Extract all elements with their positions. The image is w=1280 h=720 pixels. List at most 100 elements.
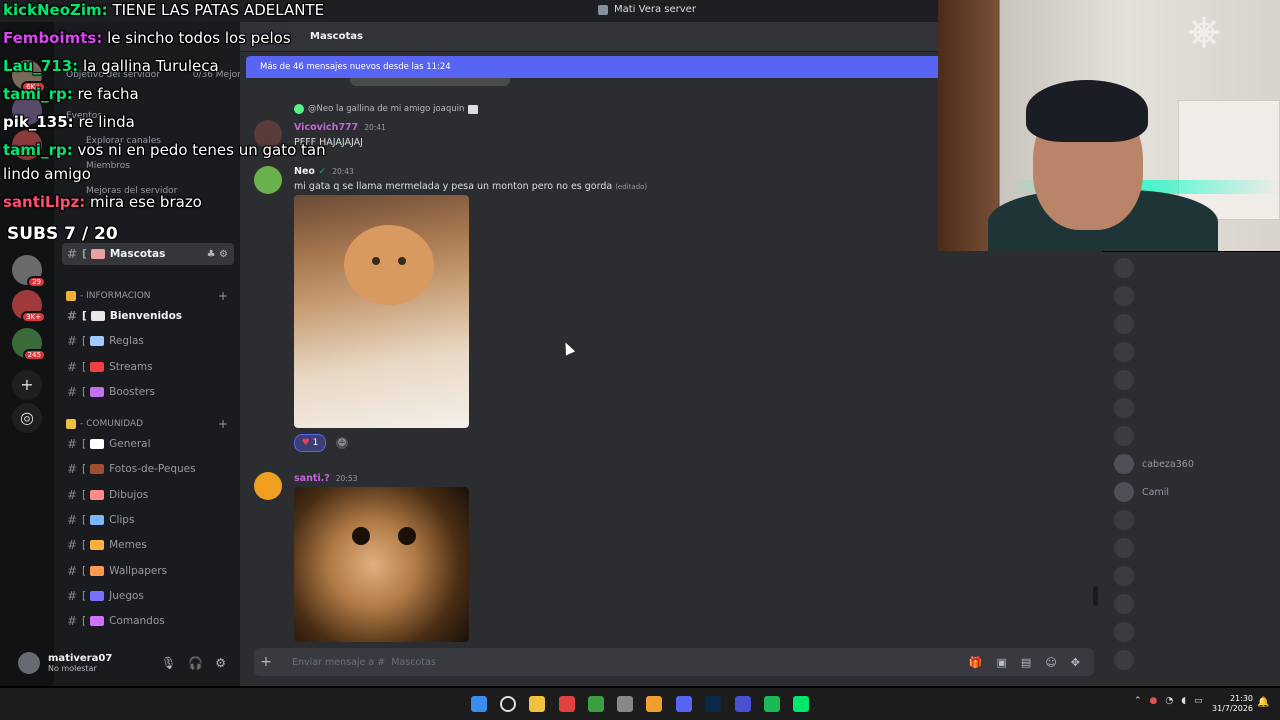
cat-eye bbox=[398, 257, 406, 265]
message-author[interactable]: Vicovich777 20:41 bbox=[294, 122, 386, 133]
channel-wallpapers[interactable]: #[Wallpapers bbox=[62, 560, 234, 582]
cat-eye bbox=[372, 257, 380, 265]
microphone-icon[interactable]: 🎙 bbox=[161, 656, 176, 670]
avatar bbox=[1114, 566, 1134, 586]
previous-image bbox=[350, 78, 510, 86]
fl-studio-icon[interactable] bbox=[646, 696, 662, 712]
channel-boosters[interactable]: #[Boosters bbox=[62, 381, 234, 403]
discord-icon[interactable] bbox=[676, 696, 692, 712]
attach-plus-icon[interactable]: + bbox=[254, 654, 278, 670]
member-item[interactable] bbox=[1114, 286, 1142, 306]
channel-emoji-icon bbox=[90, 540, 105, 551]
member-item[interactable] bbox=[1114, 314, 1142, 334]
channel-emoji-icon bbox=[90, 464, 105, 475]
spotify-icon[interactable] bbox=[764, 696, 780, 712]
member-item[interactable] bbox=[1114, 426, 1142, 446]
channel-comandos[interactable]: #[Comandos bbox=[62, 610, 234, 632]
member-item[interactable]: cabeza360 bbox=[1114, 454, 1194, 474]
cat-image-attachment[interactable] bbox=[294, 195, 469, 428]
file-explorer-icon[interactable] bbox=[529, 696, 545, 712]
channel-juegos[interactable]: #[Juegos bbox=[62, 585, 234, 607]
member-item[interactable]: Camil bbox=[1114, 482, 1169, 502]
system-clock[interactable]: 21:30 31/7/2026 bbox=[1212, 694, 1253, 714]
sticker-icon[interactable]: ▤ bbox=[1021, 656, 1031, 669]
avatar bbox=[1114, 538, 1134, 558]
hash-icon: # bbox=[66, 309, 78, 323]
channel-clips[interactable]: #[Clips bbox=[62, 509, 234, 531]
emoji-icon[interactable]: ☺ bbox=[1045, 656, 1056, 669]
category-comunidad[interactable]: - COMUNIDAD bbox=[66, 419, 143, 429]
avatar bbox=[1114, 258, 1134, 278]
avatar bbox=[1114, 426, 1134, 446]
menu-members[interactable]: Miembros bbox=[86, 161, 130, 171]
avatar bbox=[1114, 286, 1134, 306]
chrome-icon[interactable] bbox=[559, 696, 575, 712]
server-icon bbox=[598, 4, 608, 15]
member-item[interactable] bbox=[1114, 650, 1142, 670]
channel-bienvenidos[interactable]: #[Bienvenidos bbox=[62, 305, 234, 327]
member-item[interactable] bbox=[1114, 566, 1142, 586]
member-item[interactable] bbox=[1114, 398, 1142, 418]
volume-icon[interactable]: ◖ bbox=[1181, 696, 1186, 706]
member-item[interactable] bbox=[1114, 510, 1142, 530]
windows-start-icon[interactable] bbox=[471, 696, 487, 712]
chevron-up-icon[interactable]: ⌃ bbox=[1134, 696, 1142, 706]
avatar bbox=[1114, 622, 1134, 642]
channel-dibujos[interactable]: #[Dibujos bbox=[62, 484, 234, 506]
channel-general[interactable]: #[General bbox=[62, 433, 234, 455]
reply-reference[interactable]: @Neo la gallina de mi amigo joaquin bbox=[294, 104, 479, 114]
avatar[interactable] bbox=[18, 652, 40, 674]
chat-scrollbar[interactable] bbox=[1093, 586, 1098, 606]
cat-image-attachment[interactable] bbox=[294, 487, 469, 642]
add-channel-icon[interactable]: + bbox=[218, 289, 228, 303]
channel-mascotas[interactable]: # [ Mascotas ♣ ⚙ bbox=[62, 243, 234, 265]
heart-reaction[interactable]: ♥ 1 bbox=[294, 434, 326, 452]
minecraft-icon[interactable] bbox=[588, 696, 604, 712]
member-item[interactable] bbox=[1114, 342, 1142, 362]
battery-icon[interactable]: ▭ bbox=[1194, 696, 1203, 706]
settings-gear-icon[interactable]: ⚙ bbox=[215, 656, 226, 670]
wifi-icon[interactable]: ◔ bbox=[1165, 696, 1173, 706]
channel-memes[interactable]: #[Memes bbox=[62, 534, 234, 556]
image-icon bbox=[468, 104, 479, 114]
notification-bell-icon[interactable]: 🔔 bbox=[1257, 697, 1269, 708]
add-server-icon[interactable]: + bbox=[12, 370, 42, 400]
search-icon[interactable] bbox=[500, 696, 516, 712]
stream-chat-line: kickNeoZim: TIENE LAS PATAS ADELANTE bbox=[3, 1, 325, 19]
headphones-icon[interactable]: 🎧 bbox=[188, 656, 203, 670]
kick-icon[interactable] bbox=[793, 696, 809, 712]
server-icon[interactable]: 29 bbox=[12, 255, 46, 288]
message-input[interactable] bbox=[278, 656, 798, 668]
vera-icon[interactable] bbox=[735, 696, 751, 712]
avatar[interactable] bbox=[254, 472, 282, 500]
microphone-icon[interactable]: ● bbox=[1150, 696, 1158, 706]
member-item[interactable] bbox=[1114, 538, 1142, 558]
message-author[interactable]: Neo ✓ 20:43 bbox=[294, 166, 354, 177]
member-item[interactable] bbox=[1114, 594, 1142, 614]
server-icon[interactable]: 245 bbox=[12, 328, 46, 361]
member-item[interactable] bbox=[1114, 622, 1142, 642]
category-informacion[interactable]: - INFORMACION bbox=[66, 291, 151, 301]
member-item[interactable] bbox=[1114, 370, 1142, 390]
avatar[interactable] bbox=[254, 166, 282, 194]
message-text: mi gata q se llama mermelada y pesa un m… bbox=[294, 181, 648, 192]
add-channel-icon[interactable]: + bbox=[218, 417, 228, 431]
explore-compass-icon[interactable]: ◎ bbox=[12, 403, 42, 433]
cat-eye bbox=[398, 527, 416, 545]
gif-icon[interactable]: ▣ bbox=[997, 656, 1007, 669]
add-reaction-icon[interactable]: ☺ bbox=[336, 437, 348, 449]
apps-icon[interactable]: ✥ bbox=[1071, 656, 1080, 669]
server-icon[interactable]: 3K+ bbox=[12, 290, 46, 323]
photoshop-icon[interactable] bbox=[705, 696, 721, 712]
settings-gear-icon[interactable]: ♣ ⚙ bbox=[207, 249, 228, 260]
star-icon bbox=[66, 419, 76, 429]
channel-fotos-de-peques[interactable]: #[Fotos-de-Peques bbox=[62, 458, 234, 480]
channel-reglas[interactable]: #[Reglas bbox=[62, 330, 234, 352]
message-author[interactable]: santi.? 20:53 bbox=[294, 473, 357, 484]
gift-icon[interactable]: 🎁 bbox=[969, 656, 983, 669]
member-item[interactable] bbox=[1114, 258, 1142, 278]
obs-icon[interactable] bbox=[617, 696, 633, 712]
channel-streams[interactable]: #[Streams bbox=[62, 356, 234, 378]
webcam-door bbox=[938, 0, 998, 251]
new-messages-banner[interactable]: Más de 46 mensajes nuevos desde las 11:2… bbox=[246, 56, 946, 78]
